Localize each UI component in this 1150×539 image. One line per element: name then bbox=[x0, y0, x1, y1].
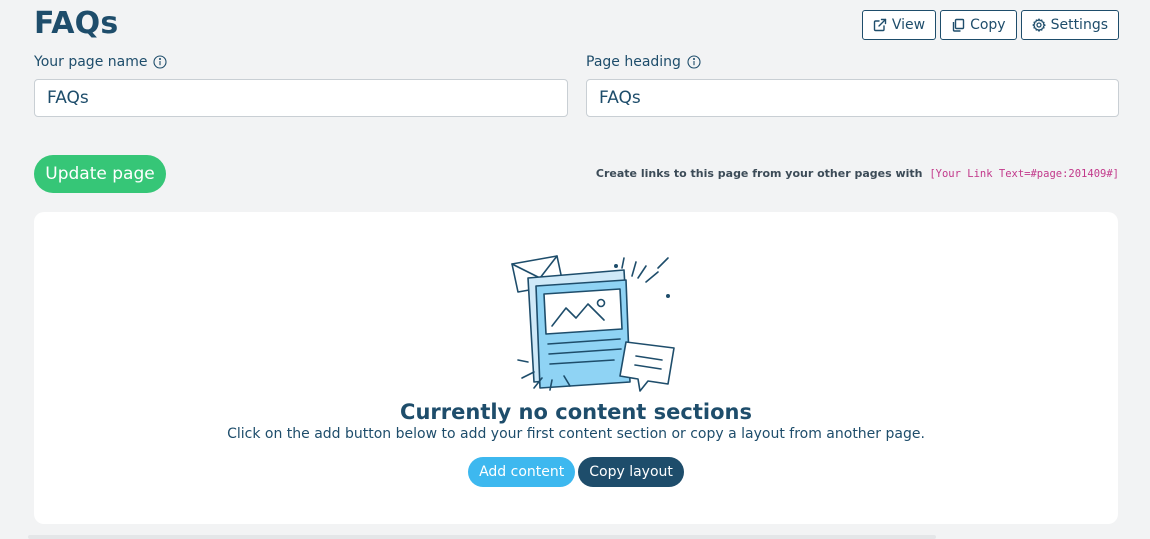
external-link-icon bbox=[873, 18, 887, 32]
update-page-button[interactable]: Update page bbox=[34, 155, 166, 193]
page-heading-label-text: Page heading bbox=[586, 54, 681, 70]
settings-button[interactable]: Settings bbox=[1020, 10, 1119, 40]
link-hint: Create links to this page from your othe… bbox=[596, 167, 1119, 180]
copy-label: Copy bbox=[970, 17, 1006, 33]
horizontal-scrollbar[interactable] bbox=[28, 535, 936, 539]
gear-icon bbox=[1031, 18, 1046, 32]
info-icon[interactable] bbox=[687, 55, 701, 69]
add-content-button[interactable]: Add content bbox=[468, 457, 576, 487]
empty-state-actions: Add content Copy layout bbox=[34, 457, 1118, 487]
info-icon[interactable] bbox=[153, 55, 168, 69]
content-sections-card: Currently no content sections Click on t… bbox=[34, 212, 1118, 524]
page-title: FAQs bbox=[34, 6, 119, 41]
view-label: View bbox=[891, 17, 926, 33]
page-name-label-text: Your page name bbox=[34, 54, 148, 70]
empty-state-title: Currently no content sections bbox=[400, 400, 752, 424]
empty-state-illustration bbox=[508, 252, 688, 396]
page-editor: FAQs View Copy Settings Your page name F… bbox=[0, 0, 1150, 539]
view-button[interactable]: View bbox=[861, 10, 937, 40]
page-heading-label: Page heading bbox=[586, 54, 701, 70]
empty-state-subtitle: Click on the add button below to add you… bbox=[227, 426, 925, 442]
copy-icon bbox=[951, 18, 965, 32]
copy-button[interactable]: Copy bbox=[940, 10, 1017, 40]
header-actions: View Copy Settings bbox=[861, 10, 1119, 40]
page-name-input[interactable] bbox=[34, 79, 568, 117]
settings-label: Settings bbox=[1050, 17, 1108, 33]
copy-layout-button[interactable]: Copy layout bbox=[578, 457, 684, 487]
page-heading-input[interactable] bbox=[586, 79, 1119, 117]
link-hint-code: [Your Link Text=#page:201409#] bbox=[929, 168, 1119, 180]
link-hint-text: Create links to this page from your othe… bbox=[595, 167, 923, 180]
page-name-label: Your page name bbox=[34, 54, 168, 70]
